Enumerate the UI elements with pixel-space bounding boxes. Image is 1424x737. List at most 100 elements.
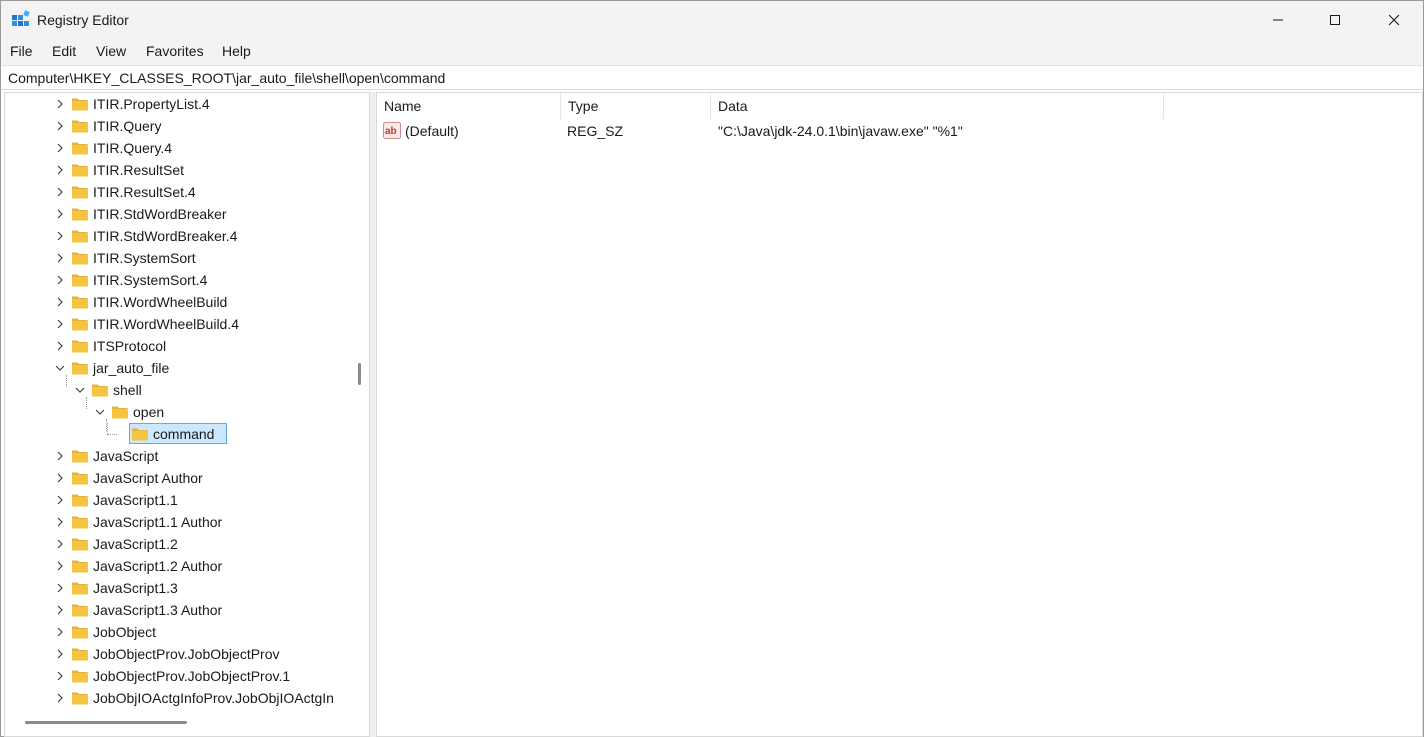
tree-node[interactable]: JobObjectProv.JobObjectProv.1 [5,665,350,687]
tree-node-label[interactable]: open [133,404,164,420]
tree-node[interactable]: JobObjectProv.JobObjectProv [5,643,350,665]
tree-node[interactable]: ITIR.ResultSet [5,159,350,181]
value-row[interactable]: ab (Default) REG_SZ "C:\Java\jdk-24.0.1\… [377,120,1377,142]
tree-node-label[interactable]: JobObjectProv.JobObjectProv [93,646,280,662]
tree-node-label[interactable]: ITIR.StdWordBreaker.4 [93,228,237,244]
tree-node-label[interactable]: ITSProtocol [93,338,166,354]
tree-node-label[interactable]: JobObjectProv.JobObjectProv.1 [93,668,290,684]
tree-node[interactable]: open [5,401,350,423]
chevron-right-icon[interactable] [53,207,67,221]
chevron-right-icon[interactable] [53,691,67,705]
tree-node[interactable]: ITSProtocol [5,335,350,357]
tree-node-label[interactable]: JavaScript1.3 Author [93,602,222,618]
tree-node[interactable]: JavaScript1.3 Author [5,599,350,621]
tree-node[interactable]: JobObject [5,621,350,643]
tree-node-label[interactable]: ITIR.Query [93,118,161,134]
tree-node-label[interactable]: ITIR.ResultSet.4 [93,184,196,200]
close-button[interactable] [1365,1,1423,39]
chevron-right-icon[interactable] [53,581,67,595]
tree-node[interactable]: ITIR.PropertyList.4 [5,93,350,115]
chevron-right-icon[interactable] [53,119,67,133]
tree-vertical-scrollbar[interactable] [350,93,369,736]
maximize-button[interactable] [1306,1,1364,39]
tree-node[interactable]: ITIR.SystemSort [5,247,350,269]
chevron-right-icon[interactable] [53,229,67,243]
chevron-right-icon[interactable] [53,339,67,353]
tree-node[interactable]: ITIR.WordWheelBuild [5,291,350,313]
menu-file[interactable]: File [10,43,33,59]
tree-node[interactable]: JobObjIOActgInfoProv.JobObjIOActgIn [5,687,350,709]
tree-node-label[interactable]: JavaScript1.2 [93,536,178,552]
tree-node-label[interactable]: ITIR.StdWordBreaker [93,206,227,222]
chevron-down-icon[interactable] [93,405,107,419]
column-header-name[interactable]: Name [377,93,561,119]
menu-view[interactable]: View [96,43,126,59]
tree-node[interactable]: JavaScript1.3 [5,577,350,599]
address-bar[interactable]: Computer\HKEY_CLASSES_ROOT\jar_auto_file… [1,65,1423,90]
menu-help[interactable]: Help [222,43,251,59]
tree-node-label[interactable]: shell [113,382,142,398]
tree-node[interactable]: shell [5,379,350,401]
tree-node[interactable]: JavaScript1.1 Author [5,511,350,533]
tree-node[interactable]: ITIR.Query.4 [5,137,350,159]
chevron-right-icon[interactable] [53,559,67,573]
tree-node-label[interactable]: JavaScript1.2 Author [93,558,222,574]
chevron-right-icon[interactable] [53,273,67,287]
tree-node[interactable]: JavaScript1.2 [5,533,350,555]
chevron-right-icon[interactable] [53,251,67,265]
chevron-right-icon[interactable] [53,669,67,683]
tree-node-label[interactable]: ITIR.Query.4 [93,140,172,156]
chevron-right-icon[interactable] [53,185,67,199]
tree-node[interactable]: jar_auto_file [5,357,350,379]
tree-node-label[interactable]: JavaScript1.3 [93,580,178,596]
tree-node-label[interactable]: JavaScript Author [93,470,203,486]
tree-node-label[interactable]: JobObject [93,624,156,640]
chevron-right-icon[interactable] [53,317,67,331]
tree-node-label[interactable]: ITIR.SystemSort.4 [93,272,207,288]
key-tree-pane[interactable]: ITIR.PropertyList.4 ITIR.Query ITIR.Query.… [4,92,370,737]
chevron-right-icon[interactable] [53,163,67,177]
tree-node[interactable]: ITIR.Query [5,115,350,137]
tree-node-label[interactable]: ITIR.SystemSort [93,250,196,266]
column-header-type[interactable]: Type [561,93,711,119]
chevron-down-icon[interactable] [53,361,67,375]
chevron-right-icon[interactable] [53,141,67,155]
menu-edit[interactable]: Edit [52,43,76,59]
column-header-data[interactable]: Data [711,93,1164,119]
chevron-right-icon[interactable] [53,97,67,111]
tree-node[interactable]: ITIR.SystemSort.4 [5,269,350,291]
tree-node-label[interactable]: jar_auto_file [93,360,169,376]
chevron-right-icon[interactable] [53,471,67,485]
menu-favorites[interactable]: Favorites [146,43,204,59]
chevron-right-icon[interactable] [53,493,67,507]
tree-node-label[interactable]: ITIR.PropertyList.4 [93,96,210,112]
title-bar[interactable]: Registry Editor [1,1,1423,39]
tree-node[interactable]: JavaScript [5,445,350,467]
tree-node[interactable]: command [5,423,350,445]
tree-node[interactable]: JavaScript1.2 Author [5,555,350,577]
tree-node-label[interactable]: command [153,426,214,442]
chevron-right-icon[interactable] [53,625,67,639]
tree-node-label[interactable]: JavaScript1.1 Author [93,514,222,530]
chevron-down-icon[interactable] [73,383,87,397]
tree-node[interactable]: ITIR.StdWordBreaker.4 [5,225,350,247]
tree-node[interactable]: ITIR.WordWheelBuild.4 [5,313,350,335]
values-list-pane[interactable]: Name Type Data ab (Default) REG_SZ "C:\J… [376,92,1423,737]
tree-vertical-scroll-thumb[interactable] [358,363,361,385]
minimize-button[interactable] [1249,1,1307,39]
tree-node[interactable]: ITIR.StdWordBreaker [5,203,350,225]
chevron-right-icon[interactable] [53,537,67,551]
tree-node[interactable]: JavaScript Author [5,467,350,489]
chevron-right-icon[interactable] [53,449,67,463]
tree-node-label[interactable]: JavaScript [93,448,158,464]
chevron-right-icon[interactable] [53,603,67,617]
tree-horizontal-scroll-thumb[interactable] [25,721,187,724]
address-path[interactable]: Computer\HKEY_CLASSES_ROOT\jar_auto_file… [8,70,445,86]
tree-node-label[interactable]: ITIR.WordWheelBuild.4 [93,316,239,332]
tree-node-label[interactable]: ITIR.ResultSet [93,162,184,178]
tree-node[interactable]: JavaScript1.1 [5,489,350,511]
chevron-right-icon[interactable] [53,647,67,661]
tree-node-label[interactable]: JobObjIOActgInfoProv.JobObjIOActgIn [93,690,334,706]
chevron-right-icon[interactable] [53,295,67,309]
chevron-right-icon[interactable] [53,515,67,529]
